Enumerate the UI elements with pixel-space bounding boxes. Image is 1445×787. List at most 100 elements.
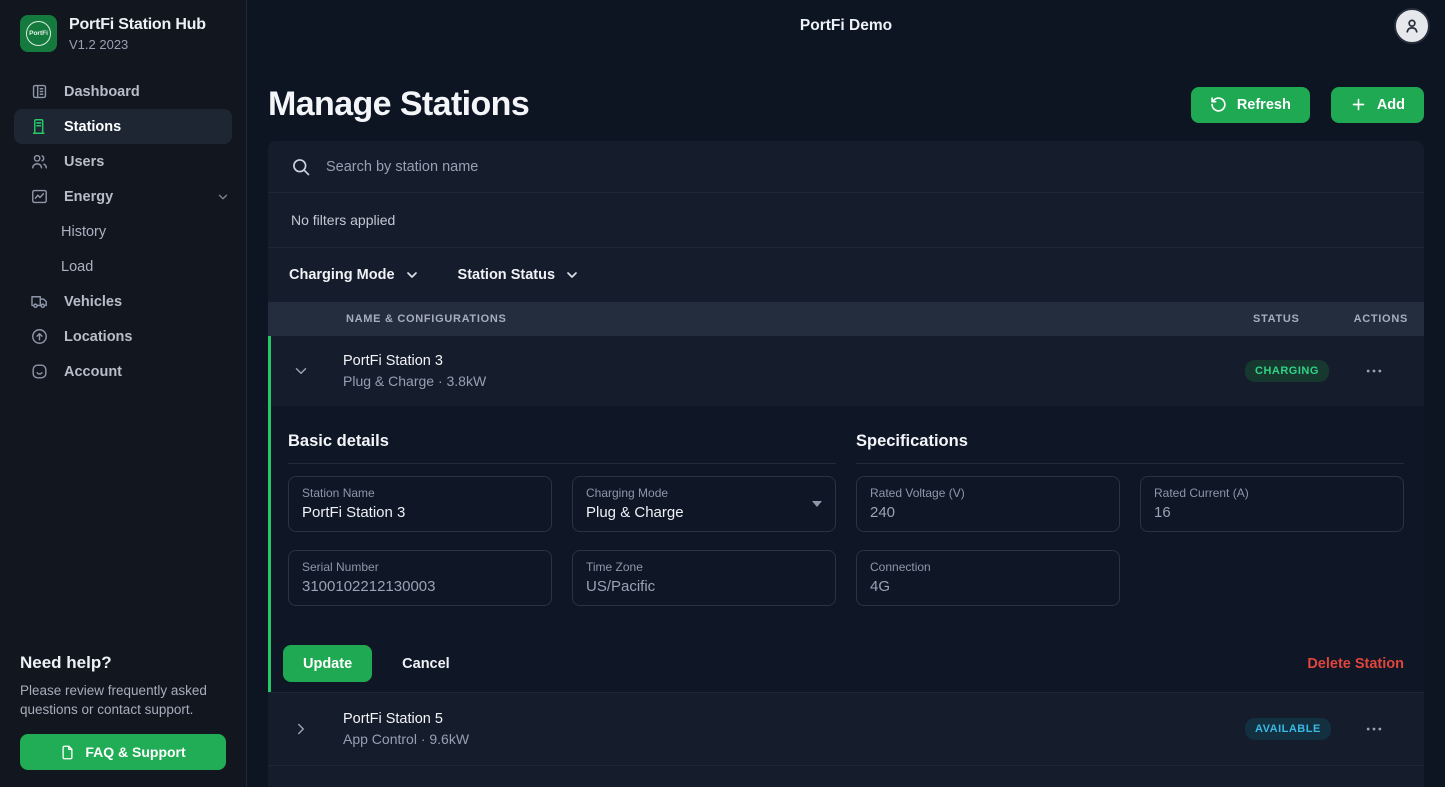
add-label: Add <box>1377 97 1405 113</box>
station-status-filter-label: Station Status <box>458 267 555 283</box>
specifications-section: Specifications Rated Voltage (V) 240 Rat… <box>856 432 1404 606</box>
station-config: App Control · 9.6kW <box>343 731 1245 747</box>
app-version: V1.2 2023 <box>69 37 206 52</box>
refresh-label: Refresh <box>1237 97 1291 113</box>
refresh-button[interactable]: Refresh <box>1191 87 1310 123</box>
search-input[interactable] <box>326 159 1401 175</box>
rated-current-field: Rated Current (A) 16 <box>1140 476 1404 532</box>
sidebar-item-load[interactable]: Load <box>0 249 246 284</box>
sidebar-item-dashboard[interactable]: Dashboard <box>0 74 246 109</box>
account-icon <box>30 362 49 381</box>
chevron-right-icon[interactable] <box>285 720 343 738</box>
sidebar-item-account[interactable]: Account <box>0 354 246 389</box>
station-row-expanded-wrap: PortFi Station 3 Plug & Charge · 3.8kW C… <box>268 336 1424 692</box>
no-filters-text: No filters applied <box>291 212 395 228</box>
table-row[interactable]: PortFi Station 3 Plug & Charge · 3.8kW C… <box>271 336 1424 406</box>
users-icon <box>30 152 49 171</box>
sidebar-item-label: Energy <box>64 189 113 205</box>
plus-icon <box>1350 96 1367 113</box>
stations-icon <box>30 117 49 136</box>
dashboard-icon <box>30 82 49 101</box>
connection-value: 4G <box>870 578 1106 595</box>
column-actions: ACTIONS <box>1340 313 1408 325</box>
stations-panel: No filters applied Charging Mode Station… <box>268 141 1424 787</box>
chevron-down-icon <box>404 267 420 283</box>
station-config: Plug & Charge · 3.8kW <box>343 373 1245 389</box>
top-header: PortFi Demo <box>247 0 1445 52</box>
row-actions-menu[interactable] <box>1340 361 1408 381</box>
field-label: Charging Mode <box>586 486 822 500</box>
help-section: Need help? Please review frequently aske… <box>0 653 246 787</box>
field-label: Rated Voltage (V) <box>870 486 1106 500</box>
chevron-down-icon <box>564 267 580 283</box>
portfi-logo-text: PortFi <box>26 21 51 46</box>
filters-status: No filters applied <box>268 193 1424 248</box>
app-title: PortFi Station Hub <box>69 16 206 34</box>
table-row[interactable]: PortFi Station 5 App Control · 9.6kW AVA… <box>268 692 1424 766</box>
portfi-logo-icon: PortFi <box>20 15 57 52</box>
charging-mode-value: Plug & Charge <box>586 504 822 521</box>
charging-mode-filter[interactable]: Charging Mode <box>289 267 420 283</box>
sidebar-item-stations[interactable]: Stations <box>14 109 232 144</box>
header-title: PortFi Demo <box>800 17 892 35</box>
table-header: NAME & CONFIGURATIONS STATUS ACTIONS <box>268 302 1424 336</box>
refresh-icon <box>1210 96 1227 113</box>
column-name-configurations: NAME & CONFIGURATIONS <box>346 313 1245 325</box>
connection-field: Connection 4G <box>856 550 1120 606</box>
field-label: Connection <box>870 560 1106 574</box>
search-bar <box>268 141 1424 193</box>
charging-mode-filter-label: Charging Mode <box>289 267 395 283</box>
help-title: Need help? <box>20 653 226 673</box>
row-actions-menu[interactable] <box>1340 719 1408 739</box>
time-zone-value: US/Pacific <box>586 578 822 595</box>
sidebar-item-history[interactable]: History <box>0 214 246 249</box>
sidebar-item-label: Locations <box>64 329 132 345</box>
sidebar-item-label: Vehicles <box>64 294 122 310</box>
station-name: PortFi Station 5 <box>343 711 1245 727</box>
brand: PortFi PortFi Station Hub V1.2 2023 <box>0 0 246 62</box>
search-icon <box>291 157 311 177</box>
dropdown-caret-icon <box>812 501 822 507</box>
user-icon <box>1401 15 1423 37</box>
sidebar-item-users[interactable]: Users <box>0 144 246 179</box>
detail-actions: Update Cancel Delete Station <box>271 636 1424 692</box>
column-status: STATUS <box>1245 313 1340 325</box>
rated-voltage-value: 240 <box>870 504 1106 521</box>
sidebar-item-label: Dashboard <box>64 84 140 100</box>
chevron-down-icon[interactable] <box>285 362 343 380</box>
energy-icon <box>30 187 49 206</box>
sidebar-item-label: Users <box>64 154 104 170</box>
sidebar-item-label: History <box>61 224 106 240</box>
sidebar-item-label: Load <box>61 259 93 275</box>
serial-number-field: Serial Number 3100102212130003 <box>288 550 552 606</box>
user-avatar[interactable] <box>1394 8 1430 44</box>
serial-number-value: 3100102212130003 <box>302 578 538 595</box>
specifications-title: Specifications <box>856 432 1404 464</box>
sidebar-item-locations[interactable]: Locations <box>0 319 246 354</box>
delete-station-button[interactable]: Delete Station <box>1307 656 1404 672</box>
station-detail: Basic details Station Name Charging Mode… <box>271 406 1424 636</box>
sidebar: PortFi PortFi Station Hub V1.2 2023 Dash… <box>0 0 247 787</box>
faq-support-button[interactable]: FAQ & Support <box>20 734 226 770</box>
main-area: PortFi Demo Manage Stations Refresh <box>247 0 1445 787</box>
document-icon <box>60 745 75 760</box>
charging-mode-field[interactable]: Charging Mode Plug & Charge <box>572 476 836 532</box>
title-row: Manage Stations Refresh Add <box>268 85 1424 124</box>
field-label: Rated Current (A) <box>1154 486 1390 500</box>
add-button[interactable]: Add <box>1331 87 1424 123</box>
time-zone-field: Time Zone US/Pacific <box>572 550 836 606</box>
help-body: Please review frequently asked questions… <box>20 681 226 720</box>
rated-current-value: 16 <box>1154 504 1390 521</box>
station-name-input[interactable] <box>302 504 538 521</box>
sidebar-item-energy[interactable]: Energy <box>0 179 246 214</box>
station-name-field[interactable]: Station Name <box>288 476 552 532</box>
station-status-filter[interactable]: Station Status <box>458 267 580 283</box>
sidebar-item-vehicles[interactable]: Vehicles <box>0 284 246 319</box>
sidebar-item-label: Stations <box>64 119 121 135</box>
sidebar-item-label: Account <box>64 364 122 380</box>
field-label: Station Name <box>302 486 538 500</box>
update-button[interactable]: Update <box>283 645 372 682</box>
station-name: PortFi Station 3 <box>343 353 1245 369</box>
cancel-button[interactable]: Cancel <box>402 656 450 672</box>
basic-details-title: Basic details <box>288 432 836 464</box>
